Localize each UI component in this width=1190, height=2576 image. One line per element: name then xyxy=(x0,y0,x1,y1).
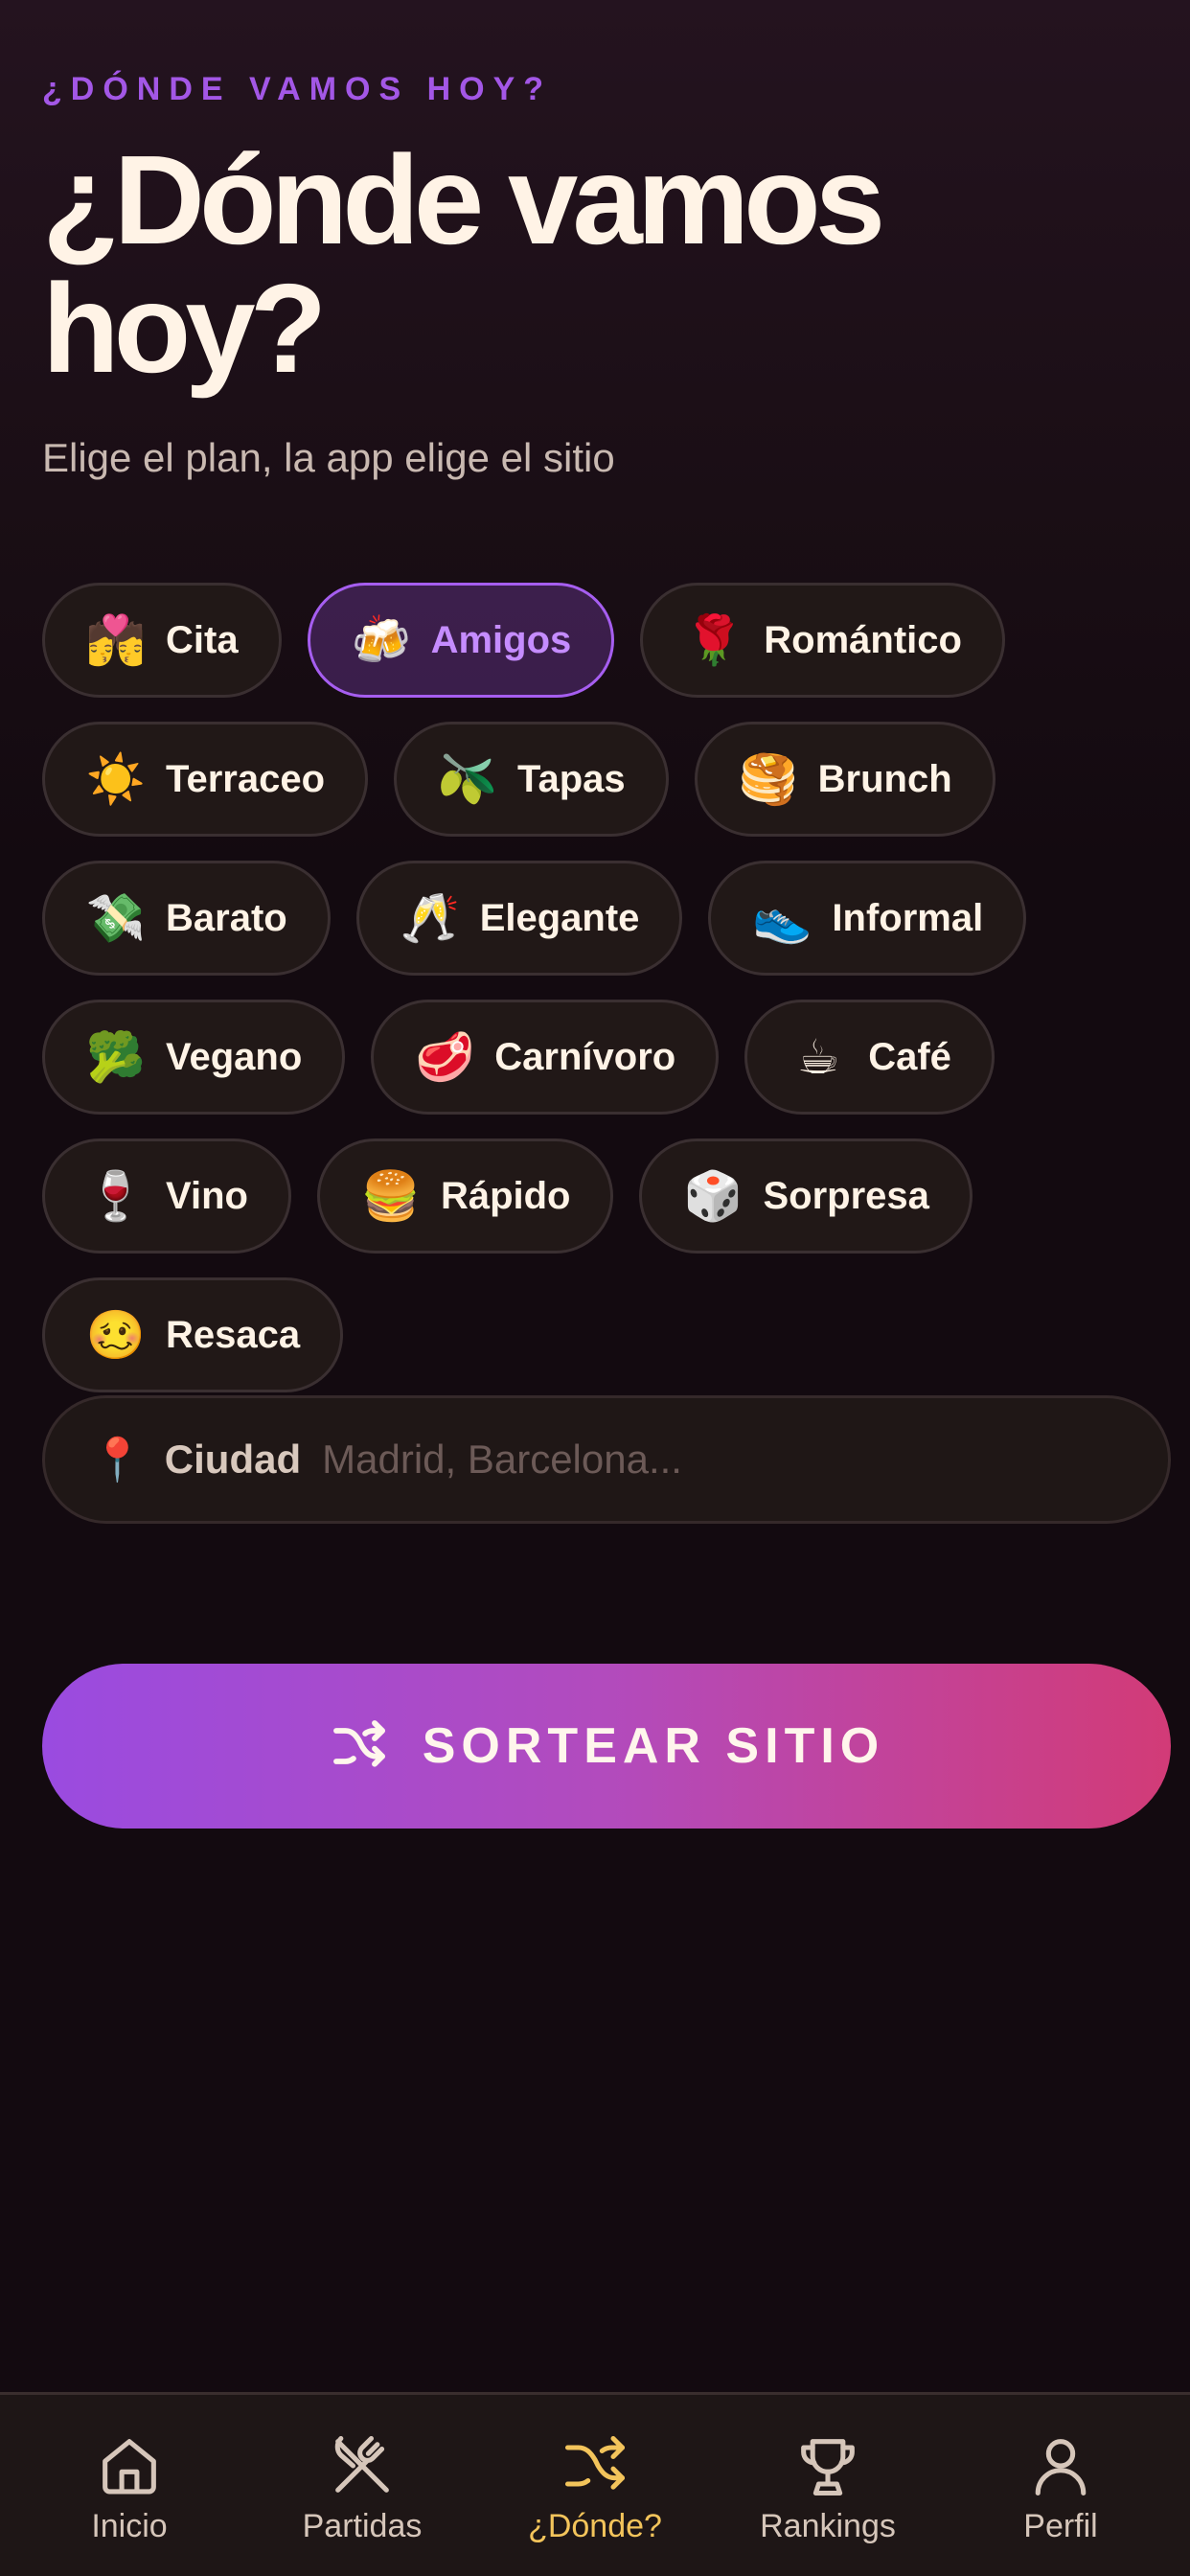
chip-label: Cita xyxy=(166,618,239,661)
money-wings-icon: 💸 xyxy=(85,890,147,946)
user-icon xyxy=(1035,2439,1087,2496)
woozy-face-icon: 🥴 xyxy=(85,1307,147,1363)
tab-label: Partidas xyxy=(302,2508,423,2544)
chip-vegano[interactable]: 🥦 Vegano xyxy=(42,1000,346,1115)
shuffle-icon xyxy=(564,2435,626,2490)
chip-cita[interactable]: 💏 Cita xyxy=(42,583,282,698)
chip-label: Rápido xyxy=(440,1174,571,1217)
wine-glass-icon: 🍷 xyxy=(85,1168,147,1224)
chip-tapas[interactable]: 🫒 Tapas xyxy=(394,722,669,837)
chip-label: Brunch xyxy=(817,757,952,800)
chip-cafe[interactable]: ☕ Café xyxy=(744,1000,995,1115)
chip-amigos[interactable]: 🍻 Amigos xyxy=(307,583,615,698)
chip-label: Sorpresa xyxy=(763,1174,929,1217)
chip-sorpresa[interactable]: 🎲 Sorpresa xyxy=(639,1138,973,1254)
city-input[interactable] xyxy=(322,1437,1122,1483)
chip-label: Carnívoro xyxy=(494,1035,676,1078)
pancakes-icon: 🥞 xyxy=(738,751,798,807)
plan-chip-group: 💏 Cita 🍻 Amigos 🌹 Romántico ☀️ Terraceo 🫒 Tap… xyxy=(42,583,1154,1392)
tab-label: Inicio xyxy=(91,2508,168,2544)
home-icon xyxy=(103,2439,156,2495)
map-pin-icon: 📍 xyxy=(91,1436,144,1484)
chip-elegante[interactable]: 🥂 Elegante xyxy=(355,861,683,976)
couple-kiss-icon: 💏 xyxy=(85,612,147,668)
trophy-icon xyxy=(801,2439,855,2496)
bottom-tab-bar: Inicio Partidas ¿Dónde? Rankings Perfil xyxy=(0,2392,1190,2576)
chip-vino[interactable]: 🍷 Vino xyxy=(42,1138,291,1254)
tab-inicio[interactable]: Inicio xyxy=(29,2395,230,2576)
beer-mugs-icon: 🍻 xyxy=(351,612,411,668)
chip-rapido[interactable]: 🍔 Rápido xyxy=(316,1138,614,1254)
tab-donde[interactable]: ¿Dónde? xyxy=(494,2395,696,2576)
draw-place-label: SORTEAR SITIO xyxy=(422,1718,885,1774)
page-title: ¿Dónde vamos hoy? xyxy=(42,129,885,399)
dice-icon: 🎲 xyxy=(683,1168,744,1224)
chip-resaca[interactable]: 🥴 Resaca xyxy=(42,1277,344,1392)
chip-label: Informal xyxy=(832,896,984,939)
tab-label: Rankings xyxy=(760,2508,896,2544)
draw-place-button[interactable]: SORTEAR SITIO xyxy=(42,1664,1171,1828)
tab-partidas[interactable]: Partidas xyxy=(262,2395,463,2576)
steak-icon: 🥩 xyxy=(415,1029,475,1085)
tab-label: ¿Dónde? xyxy=(528,2508,662,2544)
chip-label: Vegano xyxy=(166,1035,303,1078)
olive-icon: 🫒 xyxy=(437,751,498,807)
chip-terraceo[interactable]: ☀️ Terraceo xyxy=(42,722,369,837)
shuffle-icon xyxy=(332,1720,385,1767)
chip-brunch[interactable]: 🥞 Brunch xyxy=(694,722,995,837)
tab-perfil[interactable]: Perfil xyxy=(960,2395,1161,2576)
champagne-glasses-icon: 🥂 xyxy=(400,890,460,946)
chip-label: Romántico xyxy=(764,618,962,661)
eyebrow-label: ¿DÓNDE VAMOS HOY? xyxy=(42,71,553,107)
chip-informal[interactable]: 👟 Informal xyxy=(708,861,1027,976)
burger-icon: 🍔 xyxy=(360,1168,422,1224)
sneaker-icon: 👟 xyxy=(752,890,812,946)
screen: ¿DÓNDE VAMOS HOY? ¿Dónde vamos hoy? Elig… xyxy=(0,0,1190,2576)
rose-icon: 🌹 xyxy=(684,612,744,668)
chip-label: Café xyxy=(868,1035,951,1078)
city-field[interactable]: 📍 Ciudad xyxy=(42,1395,1171,1524)
tab-label: Perfil xyxy=(1023,2508,1098,2544)
sun-icon: ☀️ xyxy=(85,751,147,807)
chip-label: Tapas xyxy=(517,757,626,800)
chip-label: Resaca xyxy=(166,1313,301,1356)
chip-label: Vino xyxy=(166,1174,248,1217)
chip-label: Amigos xyxy=(430,618,572,661)
city-field-label: Ciudad xyxy=(164,1437,302,1482)
broccoli-icon: 🥦 xyxy=(85,1029,147,1085)
chip-label: Elegante xyxy=(479,896,640,939)
tab-rankings[interactable]: Rankings xyxy=(727,2395,928,2576)
chip-romantico[interactable]: 🌹 Romántico xyxy=(640,583,1005,698)
chip-barato[interactable]: 💸 Barato xyxy=(42,861,331,976)
chip-label: Terraceo xyxy=(166,757,326,800)
coffee-cup-icon: ☕ xyxy=(796,1029,840,1085)
chip-carnivoro[interactable]: 🥩 Carnívoro xyxy=(371,1000,720,1115)
page-subtitle: Elige el plan, la app elige el sitio xyxy=(42,435,615,480)
chip-label: Barato xyxy=(166,896,287,939)
utensils-crossed-icon xyxy=(334,2435,389,2493)
